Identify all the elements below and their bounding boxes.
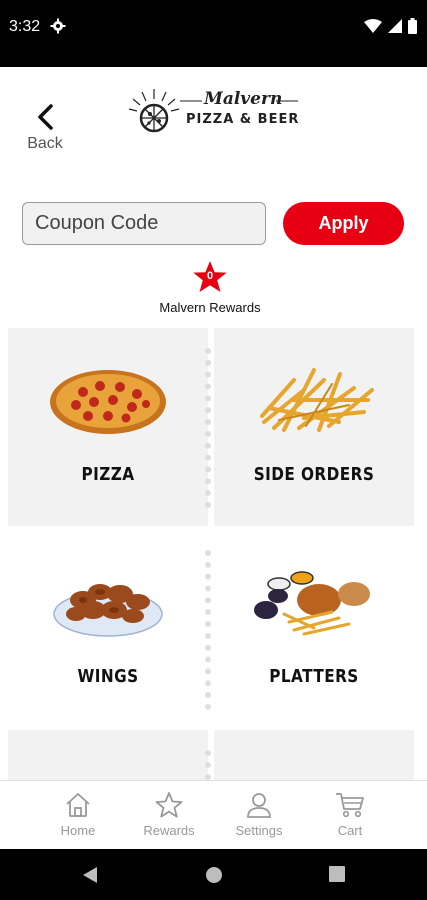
status-bar: 3:32 (0, 0, 427, 56)
category-label: SIDE ORDERS (253, 464, 375, 485)
category-platters[interactable]: PLATTERS (214, 530, 414, 728)
logo-pizza-emblem (128, 89, 180, 133)
gear-icon (50, 18, 66, 34)
wifi-icon (364, 19, 382, 33)
nav-label: Cart (337, 823, 363, 838)
logo-swash (180, 100, 298, 102)
recents-square-icon[interactable] (329, 866, 345, 882)
platter-image (254, 571, 370, 636)
battery-icon (408, 18, 417, 34)
person-icon (247, 793, 271, 818)
rewards-star-icon: 0 (192, 260, 228, 294)
rewards-count: 0 (206, 270, 214, 282)
app-screen: Back Malvern PIZZA & BEER Coupon Code Ap… (0, 67, 427, 849)
category-label: PIZZA (81, 464, 135, 485)
category-wings[interactable]: WINGS (8, 530, 208, 728)
pizza-image (50, 370, 166, 434)
home-circle-icon[interactable] (205, 866, 223, 884)
grid-divider (205, 348, 211, 508)
nav-label: Home (60, 823, 96, 838)
logo-subtitle: PIZZA & BEER (186, 112, 300, 127)
cart-icon (336, 793, 364, 818)
back-triangle-icon[interactable] (82, 866, 98, 884)
home-icon (66, 793, 90, 817)
nav-rewards[interactable]: Rewards (129, 787, 209, 845)
nav-label: Settings (235, 823, 283, 838)
chevron-left-icon (38, 104, 53, 130)
star-icon (155, 792, 183, 818)
signal-icon (388, 19, 402, 33)
category-side-orders[interactable]: SIDE ORDERS (214, 328, 414, 526)
rewards-badge[interactable]: 0 Malvern Rewards (150, 260, 270, 320)
category-pizza[interactable]: PIZZA (8, 328, 208, 526)
grid-divider (205, 550, 211, 710)
logo: Malvern PIZZA & BEER (128, 87, 300, 137)
header: Back Malvern PIZZA & BEER (0, 67, 427, 177)
system-nav-bar (0, 849, 427, 900)
back-button[interactable]: Back (20, 103, 70, 159)
category-label: PLATTERS (269, 666, 359, 687)
nav-settings[interactable]: Settings (219, 787, 299, 845)
wings-image (53, 584, 163, 637)
grid-divider (205, 750, 211, 780)
nav-label: Rewards (143, 823, 195, 838)
back-label: Back (27, 135, 63, 152)
bottom-nav: Home Rewards Settings Cart (0, 780, 427, 849)
status-indicators (364, 18, 417, 34)
nav-home[interactable]: Home (38, 787, 118, 845)
apply-coupon-button[interactable]: Apply (283, 202, 404, 245)
coupon-code-input[interactable] (22, 202, 266, 245)
category-label: WINGS (77, 666, 139, 687)
rewards-label: Malvern Rewards (159, 300, 261, 315)
status-time: 3:32 (9, 18, 41, 35)
nav-cart[interactable]: Cart (310, 787, 390, 845)
fries-image (260, 368, 374, 432)
